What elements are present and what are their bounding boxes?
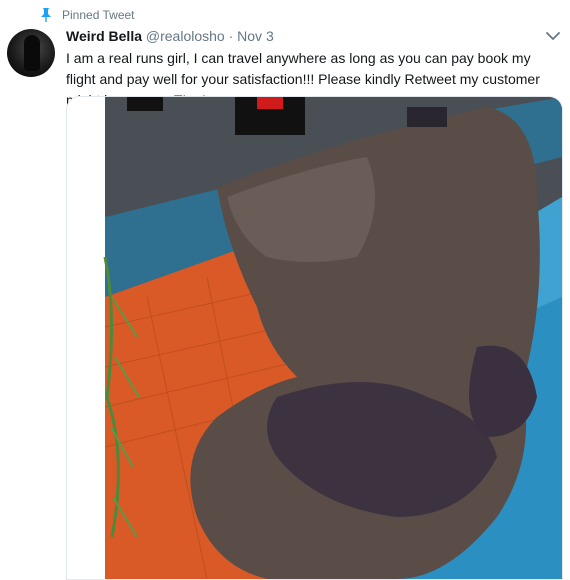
photo-illustration xyxy=(67,97,562,579)
author-handle[interactable]: @realolosho xyxy=(146,28,225,44)
tweet-media-photo[interactable] xyxy=(66,96,563,580)
separator-dot: · xyxy=(228,28,234,44)
pinned-tweet-indicator: Pinned Tweet xyxy=(40,6,135,24)
avatar-silhouette xyxy=(24,35,40,71)
chevron-down-icon[interactable] xyxy=(546,31,560,41)
avatar[interactable] xyxy=(7,29,55,77)
pin-icon xyxy=(41,8,51,22)
tweet-date[interactable]: Nov 3 xyxy=(237,28,274,44)
tweet-header: Weird Bella @realolosho · Nov 3 xyxy=(66,28,534,46)
pinned-label: Pinned Tweet xyxy=(62,8,135,22)
author-display-name[interactable]: Weird Bella xyxy=(66,28,142,44)
